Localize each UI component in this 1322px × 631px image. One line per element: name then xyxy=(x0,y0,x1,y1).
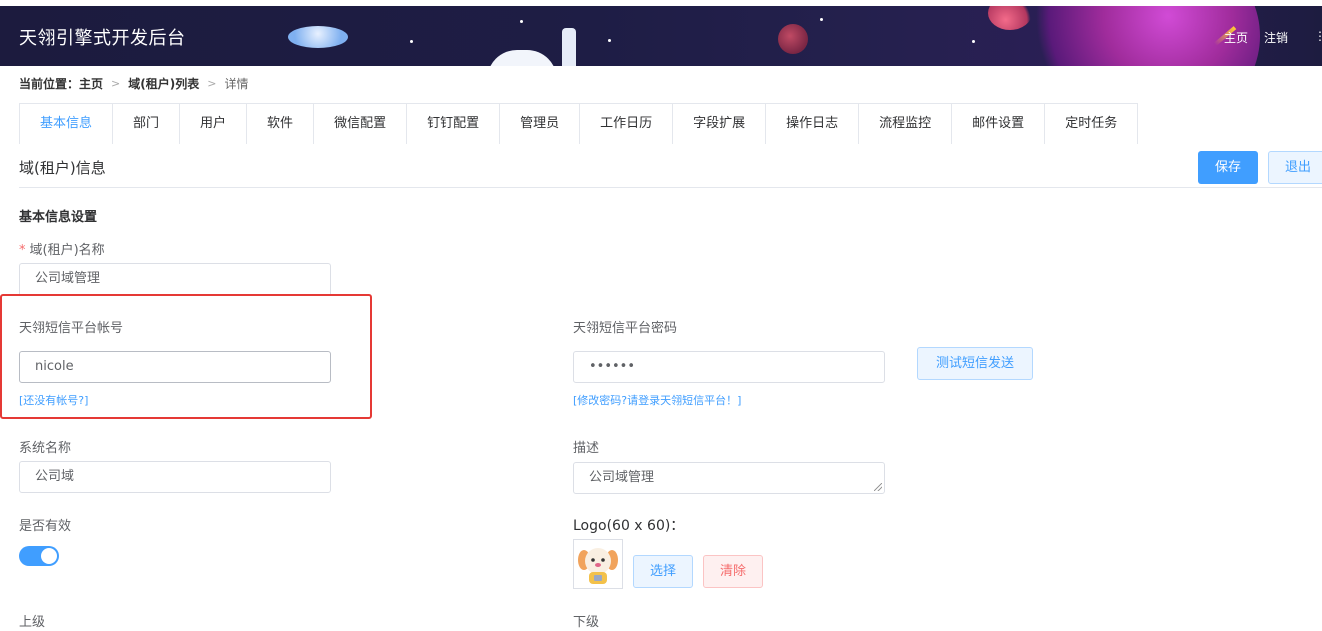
section-title: 域(租户)信息 xyxy=(19,159,106,177)
sms-password-label: 天翎短信平台密码 xyxy=(573,321,678,336)
subordinate-label: 下级 xyxy=(573,615,600,630)
no-account-link[interactable]: [还没有帐号?] xyxy=(19,392,88,408)
tab-basic-info[interactable]: 基本信息 xyxy=(19,103,114,144)
clear-logo-button[interactable]: 清除 xyxy=(703,555,763,588)
tab-wechat-config[interactable]: 微信配置 xyxy=(314,103,408,144)
exit-button[interactable]: 退出 xyxy=(1268,151,1322,184)
system-name-input[interactable]: 公司域 xyxy=(19,461,331,493)
top-header: 天翎引擎式开发后台 主页 注销 ⋮ xyxy=(0,6,1322,66)
tab-scheduled-tasks[interactable]: 定时任务 xyxy=(1045,103,1139,144)
test-sms-button[interactable]: 测试短信发送 xyxy=(917,347,1033,380)
sms-account-input[interactable]: nicole xyxy=(19,351,331,383)
tab-mail-settings[interactable]: 邮件设置 xyxy=(952,103,1046,144)
cartoon-dog-logo-icon xyxy=(574,540,622,588)
breadcrumb-current: 详情 xyxy=(224,77,249,91)
star-decoration xyxy=(820,18,823,21)
star-decoration xyxy=(972,40,975,43)
app-title: 天翎引擎式开发后台 xyxy=(19,28,186,49)
tab-work-calendar[interactable]: 工作日历 xyxy=(580,103,674,144)
sms-password-input[interactable]: •••••• xyxy=(573,351,885,383)
logout-link[interactable]: 注销 xyxy=(1264,29,1288,46)
tab-bar: 基本信息 部门 用户 软件 微信配置 钉钉配置 管理员 工作日历 字段扩展 操作… xyxy=(19,103,1139,144)
tab-user[interactable]: 用户 xyxy=(180,103,248,144)
home-link[interactable]: 主页 xyxy=(1224,29,1248,46)
planet-illustration-small xyxy=(988,6,1032,30)
toggle-knob xyxy=(41,548,57,564)
subheading-basic-settings: 基本信息设置 xyxy=(19,210,98,225)
domain-name-label: * 域(租户)名称 xyxy=(19,239,105,258)
chevron-right-icon: > xyxy=(207,77,217,90)
tab-admin[interactable]: 管理员 xyxy=(500,103,581,144)
breadcrumb-domain-list[interactable]: 域(租户)列表 xyxy=(128,75,199,92)
star-decoration xyxy=(410,40,413,43)
domain-name-label-text: 域(租户)名称 xyxy=(29,243,105,258)
required-mark: * xyxy=(19,243,26,258)
sms-account-label: 天翎短信平台帐号 xyxy=(19,321,124,336)
active-toggle[interactable] xyxy=(19,546,59,566)
tower-illustration xyxy=(562,28,576,66)
resize-handle-icon[interactable] xyxy=(874,483,882,491)
planet-illustration-red xyxy=(778,24,808,54)
blimp-illustration xyxy=(288,26,348,48)
superior-label: 上级 xyxy=(19,615,46,630)
tab-field-extension[interactable]: 字段扩展 xyxy=(673,103,767,144)
header-nav: 主页 注销 xyxy=(1224,29,1288,46)
chevron-right-icon: > xyxy=(111,77,121,90)
star-decoration xyxy=(520,20,523,23)
breadcrumb-home[interactable]: 主页 xyxy=(79,75,103,92)
tab-flow-monitor[interactable]: 流程监控 xyxy=(859,103,953,144)
breadcrumb: 当前位置： 主页 > 域(租户)列表 > 详情 xyxy=(19,75,248,92)
system-name-label: 系统名称 xyxy=(19,441,72,456)
tab-software[interactable]: 软件 xyxy=(247,103,315,144)
domain-name-input[interactable]: 公司域管理 xyxy=(19,263,331,295)
cloud-illustration xyxy=(487,50,557,66)
more-menu-icon[interactable]: ⋮ xyxy=(1314,29,1322,43)
tab-dingtalk-config[interactable]: 钉钉配置 xyxy=(407,103,501,144)
description-text: 公司域管理 xyxy=(589,470,655,485)
choose-logo-button[interactable]: 选择 xyxy=(633,555,693,588)
logo-preview xyxy=(573,539,623,589)
breadcrumb-label: 当前位置： xyxy=(19,77,80,91)
change-password-link[interactable]: [修改密码?请登录天翎短信平台！] xyxy=(573,392,741,408)
active-label: 是否有效 xyxy=(19,519,72,534)
divider xyxy=(19,187,1322,188)
tab-operation-log[interactable]: 操作日志 xyxy=(766,103,860,144)
save-button[interactable]: 保存 xyxy=(1198,151,1258,184)
description-textarea[interactable]: 公司域管理 xyxy=(573,462,885,494)
description-label: 描述 xyxy=(573,441,600,456)
tab-department[interactable]: 部门 xyxy=(113,103,181,144)
logo-label: Logo(60 x 60)： xyxy=(573,518,685,534)
star-decoration xyxy=(608,39,611,42)
